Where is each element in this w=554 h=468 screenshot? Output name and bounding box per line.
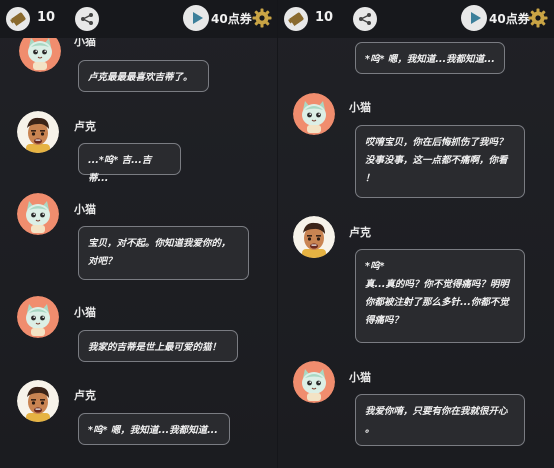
chat-pane-left[interactable]: 10 40点券 小猫 卢克最最最喜欢吉蒂了。 卢克 ...*呜* 吉...吉蒂.…: [0, 0, 277, 468]
coupon-label: 40点券: [489, 12, 530, 26]
cat-avatar[interactable]: [17, 296, 59, 338]
ticket-count: 10: [315, 10, 334, 25]
speaker-name: 小猫: [349, 101, 371, 114]
ticket-icon[interactable]: [284, 7, 308, 31]
luke-avatar[interactable]: [17, 111, 59, 153]
message-bubble: 哎唷宝贝，你在后悔抓伤了我吗？ 没事没事，这一点都不痛啊，你看 ！: [355, 125, 525, 198]
message-bubble: *呜* 真...真的吗？你不觉得痛吗？明明 你都被注射了那么多针...你都不觉 …: [355, 249, 525, 343]
coupon-label: 40点券: [211, 12, 252, 26]
ticket-count: 10: [37, 10, 56, 25]
top-bar: 10 40点券: [278, 0, 554, 38]
cat-avatar[interactable]: [293, 361, 335, 403]
message-bubble: ...*呜* 吉...吉蒂...: [78, 143, 181, 184]
speaker-name: 卢克: [349, 226, 371, 239]
gear-icon[interactable]: [252, 8, 272, 28]
speaker-name: 小猫: [349, 371, 371, 384]
luke-avatar[interactable]: [293, 216, 335, 258]
message-bubble: 我家的吉蒂是世上最可爱的猫！: [78, 330, 238, 362]
message-bubble: 宝贝，对不起。你知道我爱你的， 对吧？: [78, 226, 249, 280]
cat-avatar[interactable]: [17, 193, 59, 235]
play-icon[interactable]: [183, 5, 209, 31]
message-bubble: *呜* 嗯，我知道...我都知道...: [355, 42, 505, 74]
share-icon[interactable]: [353, 7, 377, 31]
gear-icon[interactable]: [528, 8, 548, 28]
luke-avatar[interactable]: [17, 380, 59, 422]
cat-avatar[interactable]: [293, 93, 335, 135]
top-bar: 10 40点券: [0, 0, 277, 38]
share-icon[interactable]: [75, 7, 99, 31]
speaker-name: 卢克: [74, 389, 96, 402]
message-bubble: 我爱你唷，只要有你在我就很开心 。: [355, 394, 525, 446]
ticket-icon[interactable]: [6, 7, 30, 31]
message-bubble: 卢克最最最喜欢吉蒂了。: [78, 60, 209, 92]
chat-screen: 10 40点券 小猫 卢克最最最喜欢吉蒂了。 卢克 ...*呜* 吉...吉蒂.…: [0, 0, 554, 468]
speaker-name: 卢克: [74, 120, 96, 133]
play-icon[interactable]: [461, 5, 487, 31]
speaker-name: 小猫: [74, 203, 96, 216]
speaker-name: 小猫: [74, 306, 96, 319]
message-bubble: *呜* 嗯，我知道...我都知道...: [78, 413, 230, 445]
chat-pane-right[interactable]: 10 40点券 *呜* 嗯，我知道...我都知道... 小猫 哎唷宝贝，你在后悔…: [277, 0, 554, 468]
